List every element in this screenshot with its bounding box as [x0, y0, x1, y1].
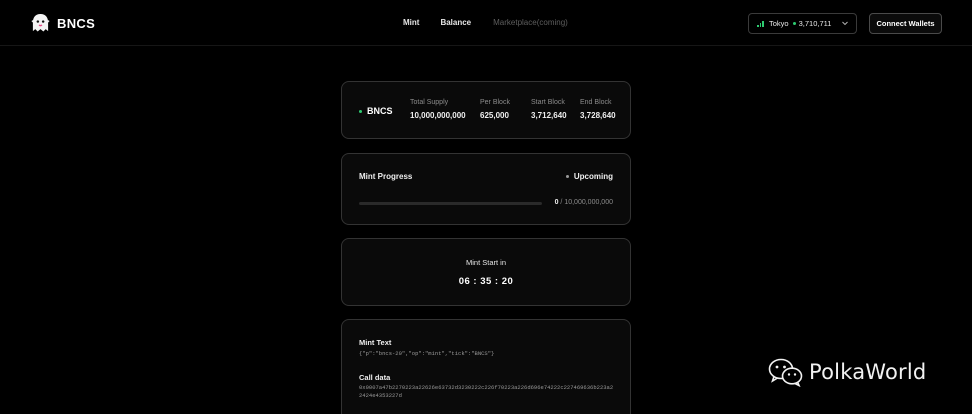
status-label: Upcoming	[573, 172, 613, 181]
signal-icon	[757, 20, 764, 27]
token-info-card: BNCS Total Supply 10,000,000,000 Per Blo…	[341, 81, 631, 139]
stat-per-block: Per Block 625,000	[480, 99, 510, 120]
connect-wallets-button[interactable]: Connect Wallets	[869, 13, 942, 34]
progress-separator: /	[560, 199, 563, 206]
status-badge: Upcoming	[565, 172, 613, 181]
stat-label: End Block	[580, 99, 612, 106]
progress-bar	[359, 202, 542, 205]
nav-link-balance[interactable]: Balance	[440, 18, 471, 27]
watermark: PolkaWorld	[768, 357, 926, 387]
stat-label: Total Supply	[410, 99, 449, 106]
stat-end-block: End Block 3,728,640	[580, 99, 616, 120]
stat-value: 625,000	[480, 111, 509, 120]
brand-logo[interactable]: BNCS	[31, 13, 95, 33]
stat-value: 10,000,000,000	[410, 111, 466, 120]
stat-label: Per Block	[480, 99, 510, 106]
chevron-down-icon	[842, 21, 848, 26]
stat-total-supply: Total Supply 10,000,000,000	[410, 99, 466, 120]
stat-start-block: Start Block 3,712,640	[531, 99, 567, 120]
token-ticker-label: BNCS	[367, 106, 393, 116]
stat-value: 3,728,640	[580, 111, 616, 120]
token-ticker: BNCS	[359, 106, 393, 116]
countdown-label: Mint Start in	[465, 258, 506, 267]
mint-text-value[interactable]: {"p":"bncs-20","op":"mint","tick":"BNCS"…	[359, 350, 494, 357]
stat-label: Start Block	[531, 99, 565, 106]
status-dot	[565, 175, 569, 178]
nav-link-marketplace[interactable]: Marketplace(coming)	[493, 18, 568, 27]
token-status-dot	[359, 109, 362, 113]
stat-value: 3,712,640	[531, 111, 567, 120]
progress-count: 0 / 10,000,000,000	[555, 199, 613, 206]
watermark-text: PolkaWorld	[809, 360, 927, 384]
total-supply-amount: 10,000,000,000	[564, 199, 613, 206]
network-selector[interactable]: Tokyo 3,710,711	[748, 13, 857, 34]
ghost-logo-icon	[31, 13, 50, 32]
main-nav: Mint Balance Marketplace(coming)	[403, 18, 568, 27]
mint-text-label: Mint Text	[359, 338, 392, 347]
wechat-icon	[768, 358, 803, 387]
nav-link-mint[interactable]: Mint	[403, 18, 419, 27]
mint-text-card: Mint Text {"p":"bncs-20","op":"mint","ti…	[341, 319, 631, 414]
block-height: 3,710,711	[798, 19, 832, 28]
call-data-label: Call data	[359, 373, 391, 382]
mint-progress-title: Mint Progress	[359, 172, 413, 181]
top-bar: BNCS Mint Balance Marketplace(coming) To…	[0, 0, 972, 46]
network-status-dot	[792, 22, 796, 25]
mint-progress-card: Mint Progress Upcoming 0 / 10,000,000,00…	[341, 153, 631, 225]
countdown-card: Mint Start in 06 : 35 : 20	[341, 238, 631, 306]
network-name: Tokyo	[769, 19, 789, 28]
brand-name: BNCS	[57, 15, 96, 31]
countdown-timer: 06 : 35 : 20	[458, 276, 514, 287]
minted-amount: 0	[554, 199, 559, 206]
call-data-value[interactable]: 0x0007a47b2270223a22626e63732d3230222c22…	[359, 384, 615, 400]
